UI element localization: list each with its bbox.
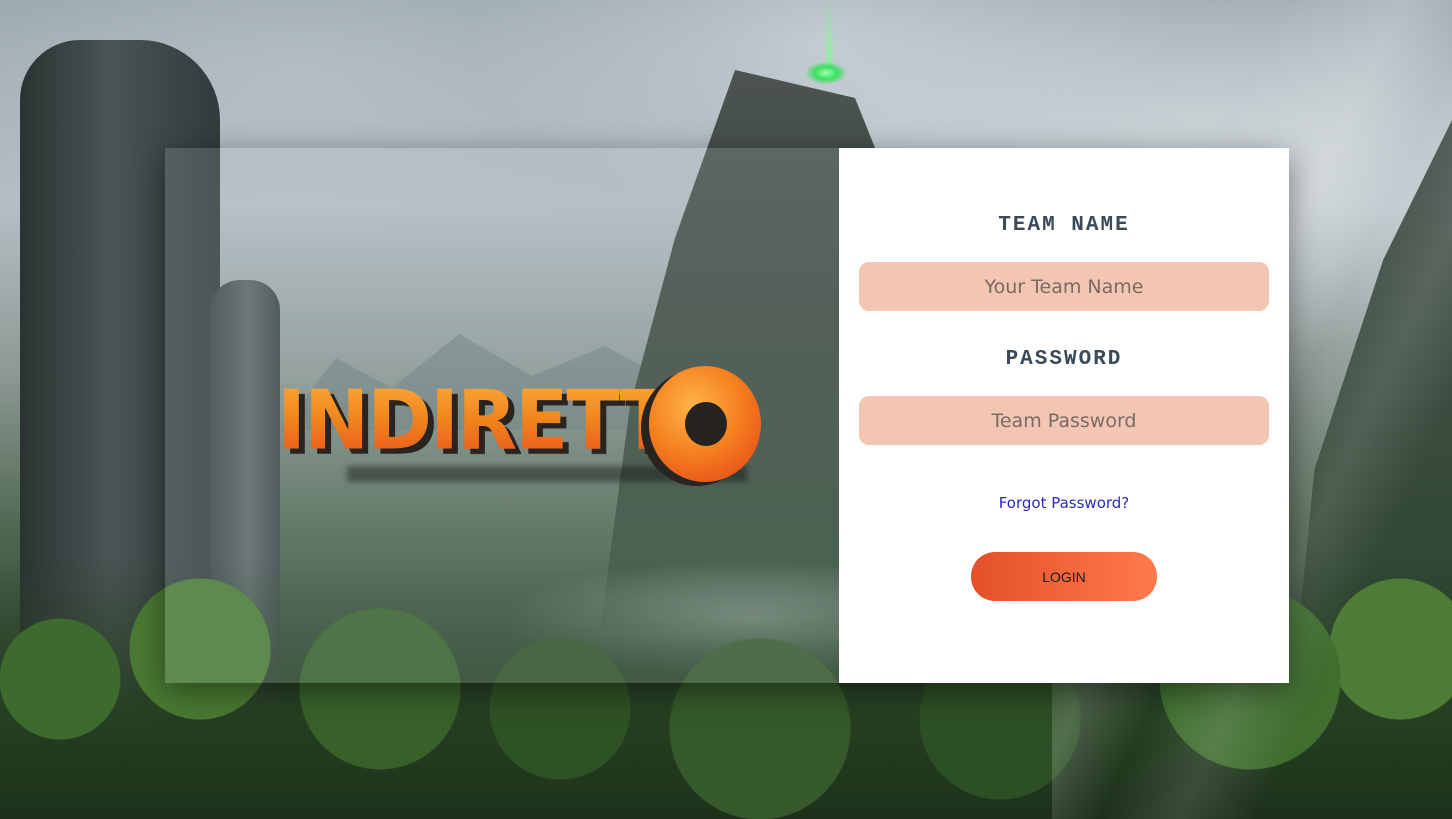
forgot-password-link[interactable]: Forgot Password?: [839, 494, 1289, 512]
login-button[interactable]: LOGIN: [971, 552, 1157, 601]
logo-panel: INDIRETT: [165, 148, 839, 683]
login-card: INDIRETT TEAM NAME PASSWORD Forgot Passw…: [165, 148, 1289, 683]
logo-o-letter: [649, 366, 761, 482]
indiretto-logo: INDIRETT: [277, 366, 763, 486]
password-input[interactable]: [859, 396, 1269, 445]
team-name-input[interactable]: [859, 262, 1269, 311]
password-label: PASSWORD: [1005, 348, 1123, 371]
logo-wordmark: INDIRETT: [277, 363, 673, 479]
login-form-panel: TEAM NAME PASSWORD Forgot Password? LOGI…: [839, 148, 1289, 683]
panther-eye-glow: [806, 62, 846, 84]
team-name-label: TEAM NAME: [998, 214, 1130, 237]
